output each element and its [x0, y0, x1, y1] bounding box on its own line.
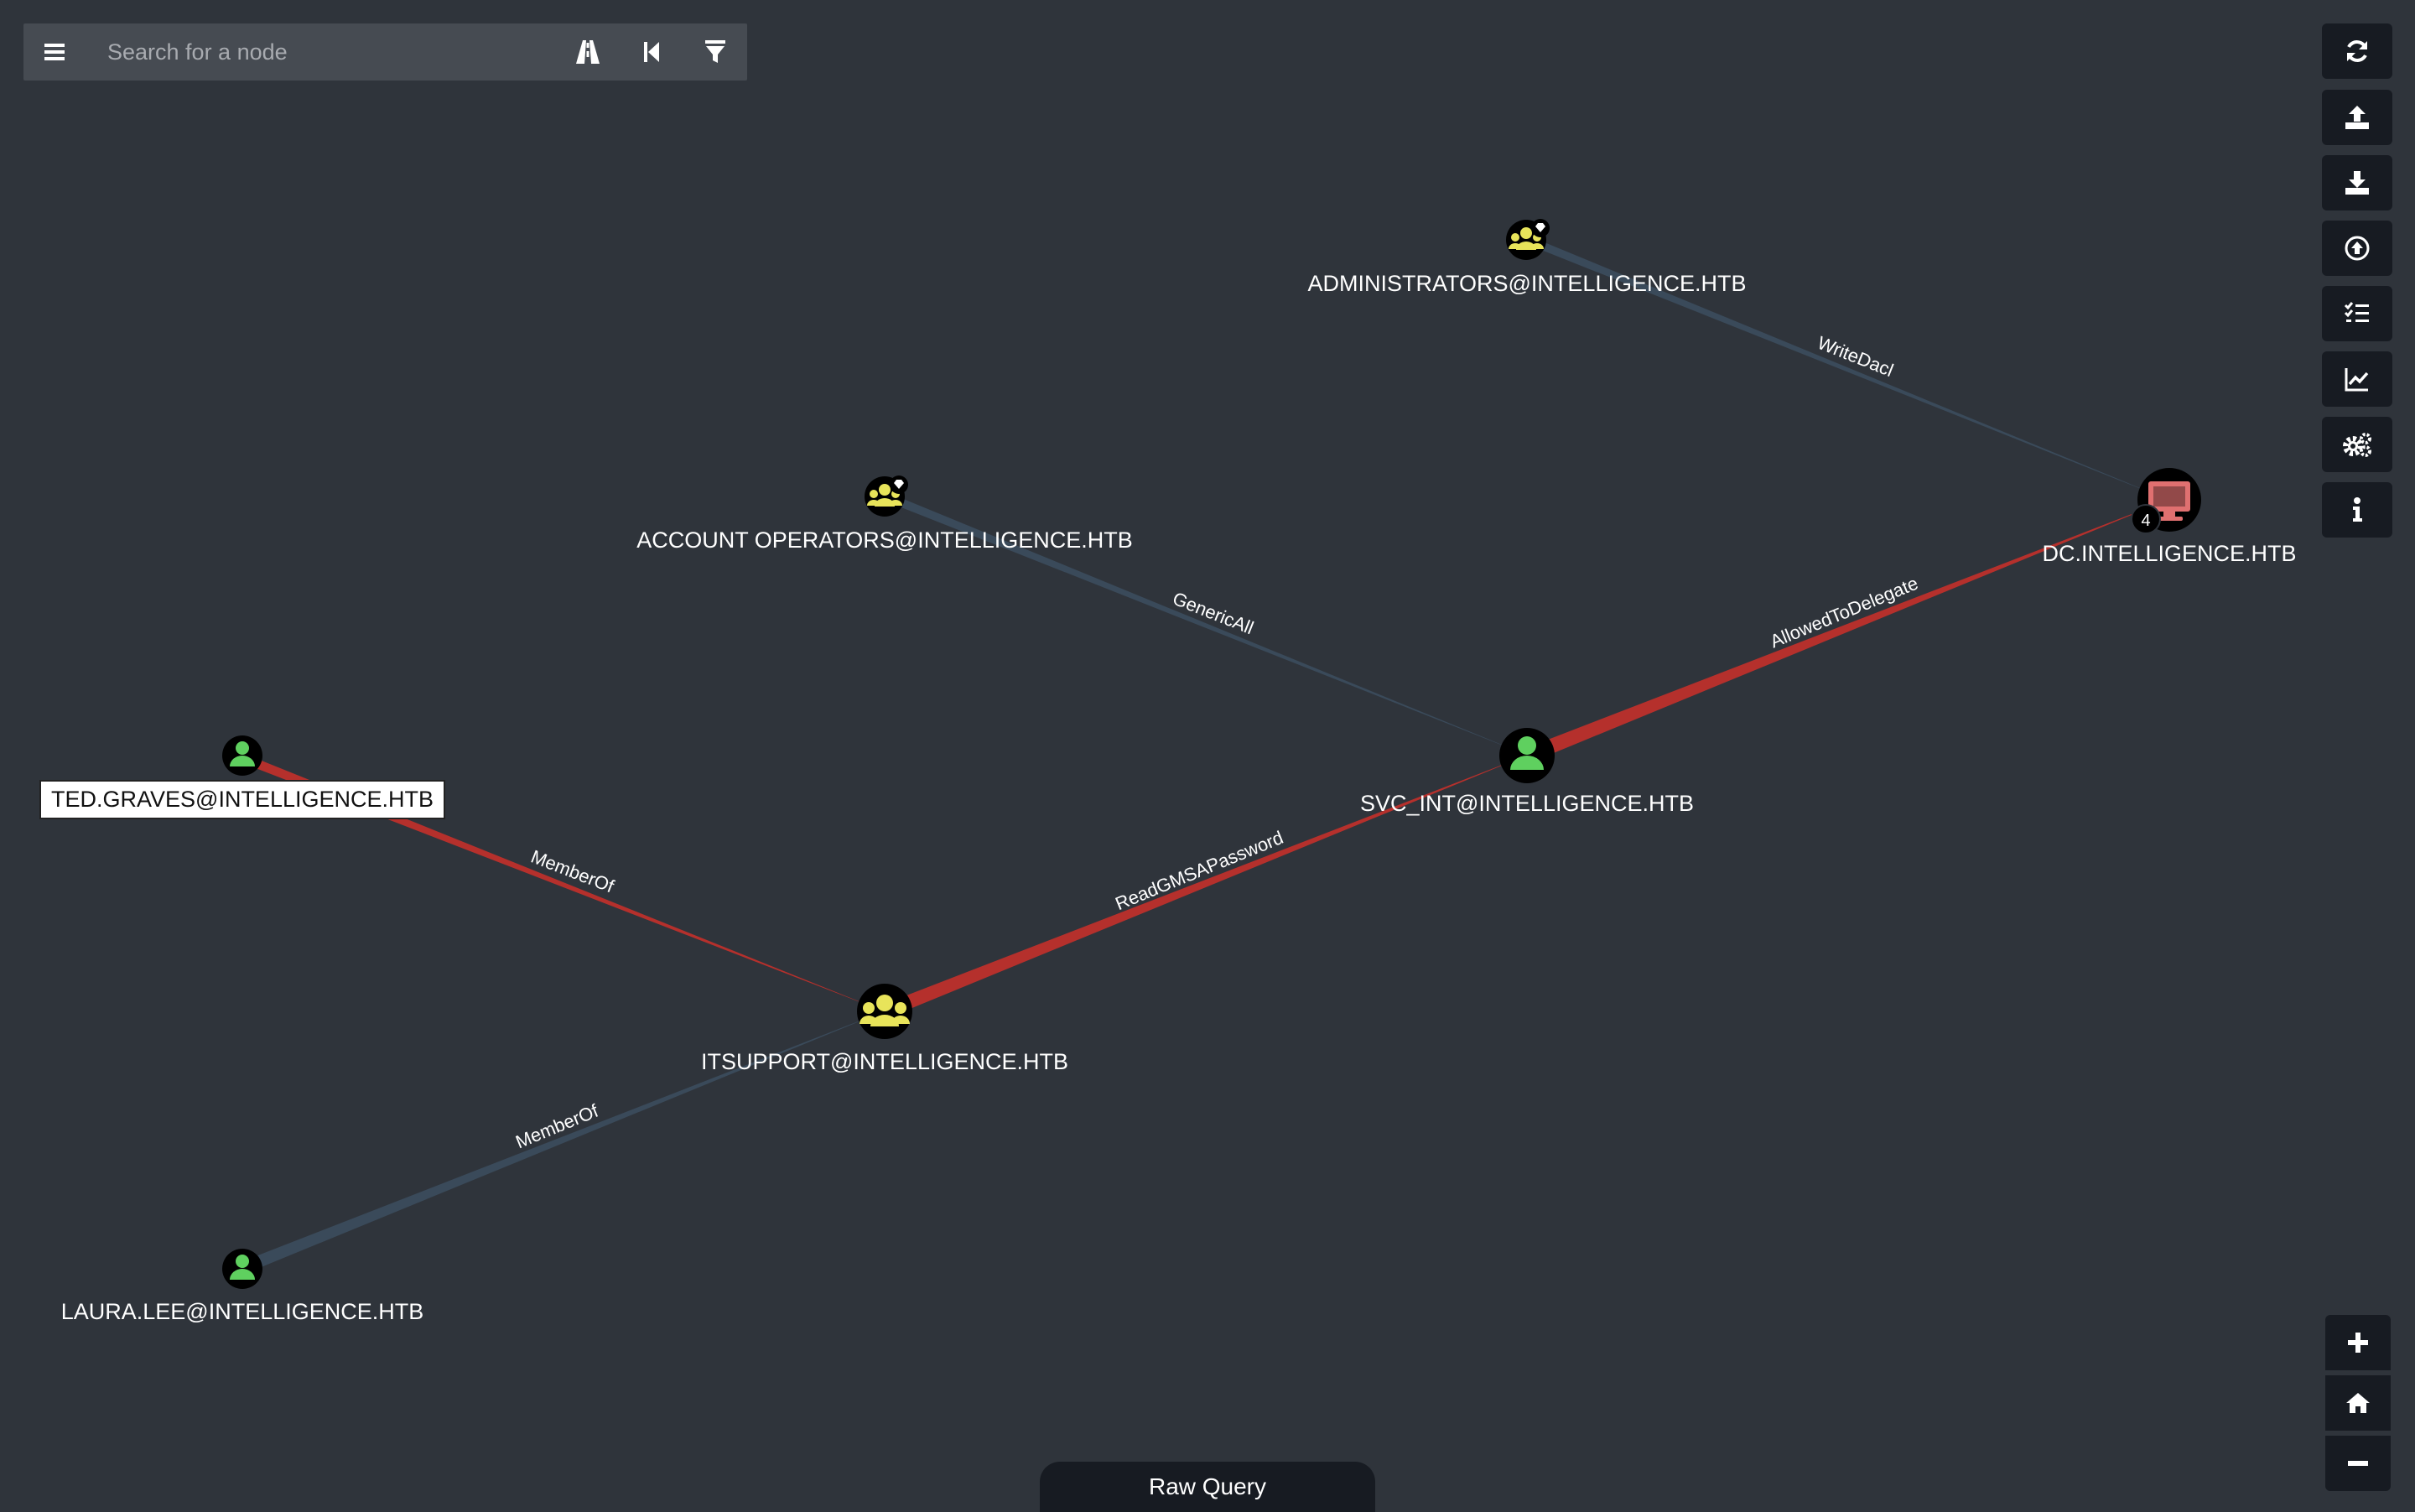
road-icon	[576, 40, 600, 64]
chart-button[interactable]	[2322, 351, 2392, 407]
back-button[interactable]	[620, 23, 683, 81]
node-laura-lee[interactable]	[222, 1249, 262, 1289]
minus-icon	[2348, 1461, 2368, 1466]
search-bar	[23, 23, 747, 81]
edge-label-readgmsapassword: ReadGMSAPassword	[1112, 827, 1285, 914]
diamond-icon	[1531, 219, 1550, 237]
node-label-itsupport[interactable]: ITSUPPORT@INTELLIGENCE.HTB	[701, 1049, 1068, 1075]
raw-query-button[interactable]: Raw Query	[1040, 1462, 1375, 1512]
node-label-ted-graves[interactable]: TED.GRAVES@INTELLIGENCE.HTB	[39, 780, 445, 819]
zoom-in-button[interactable]	[2325, 1315, 2391, 1370]
upload-icon	[2345, 106, 2369, 129]
node-label-account-operators[interactable]: ACCOUNT OPERATORS@INTELLIGENCE.HTB	[636, 527, 1133, 553]
edge-label-allowedtodelegate: AllowedToDelegate	[1767, 573, 1921, 652]
home-icon	[2346, 1393, 2370, 1413]
node-label-dc[interactable]: DC.INTELLIGENCE.HTB	[2042, 541, 2296, 567]
diamond-icon	[890, 475, 908, 494]
import-icon	[2345, 236, 2370, 261]
node-administrators[interactable]	[1506, 219, 1550, 260]
filter-button[interactable]	[683, 23, 747, 81]
node-itsupport[interactable]	[857, 984, 912, 1039]
hamburger-icon	[44, 44, 65, 60]
node-svc-int[interactable]	[1499, 728, 1555, 783]
download-button[interactable]	[2322, 155, 2392, 210]
refresh-icon	[2347, 40, 2367, 62]
node-label-administrators[interactable]: ADMINISTRATORS@INTELLIGENCE.HTB	[1308, 271, 1747, 297]
count-badge-value: 4	[2141, 512, 2150, 530]
queries-button[interactable]	[2322, 286, 2392, 341]
refresh-button[interactable]	[2322, 23, 2392, 79]
zoom-out-button[interactable]	[2325, 1436, 2391, 1491]
plus-icon	[2348, 1333, 2368, 1353]
node-label-laura-lee[interactable]: LAURA.LEE@INTELLIGENCE.HTB	[61, 1299, 424, 1325]
node-account-operators[interactable]	[865, 475, 908, 517]
step-backward-icon	[644, 42, 659, 62]
node-ted-graves[interactable]	[222, 735, 262, 776]
queries-list-icon	[2344, 302, 2369, 322]
settings-button[interactable]	[2322, 417, 2392, 472]
settings-icon	[2343, 433, 2371, 457]
node-label-svc-int[interactable]: SVC_INT@INTELLIGENCE.HTB	[1360, 791, 1694, 817]
pathfinding-button[interactable]	[556, 23, 620, 81]
graph-canvas[interactable]: WriteDacl GenericAll AllowedToDelegate M…	[0, 0, 2415, 1509]
zoom-home-button[interactable]	[2325, 1375, 2391, 1431]
edge-allowedtodelegate[interactable]	[1526, 500, 2168, 762]
import-button[interactable]	[2322, 221, 2392, 276]
chart-icon	[2345, 368, 2369, 392]
info-button[interactable]	[2322, 482, 2392, 538]
download-icon	[2345, 171, 2369, 195]
node-dc[interactable]: 4	[2131, 468, 2201, 534]
menu-button[interactable]	[23, 23, 86, 81]
search-input[interactable]	[86, 27, 556, 77]
info-icon	[2353, 497, 2362, 522]
filter-icon	[705, 40, 725, 63]
upload-button[interactable]	[2322, 90, 2392, 145]
